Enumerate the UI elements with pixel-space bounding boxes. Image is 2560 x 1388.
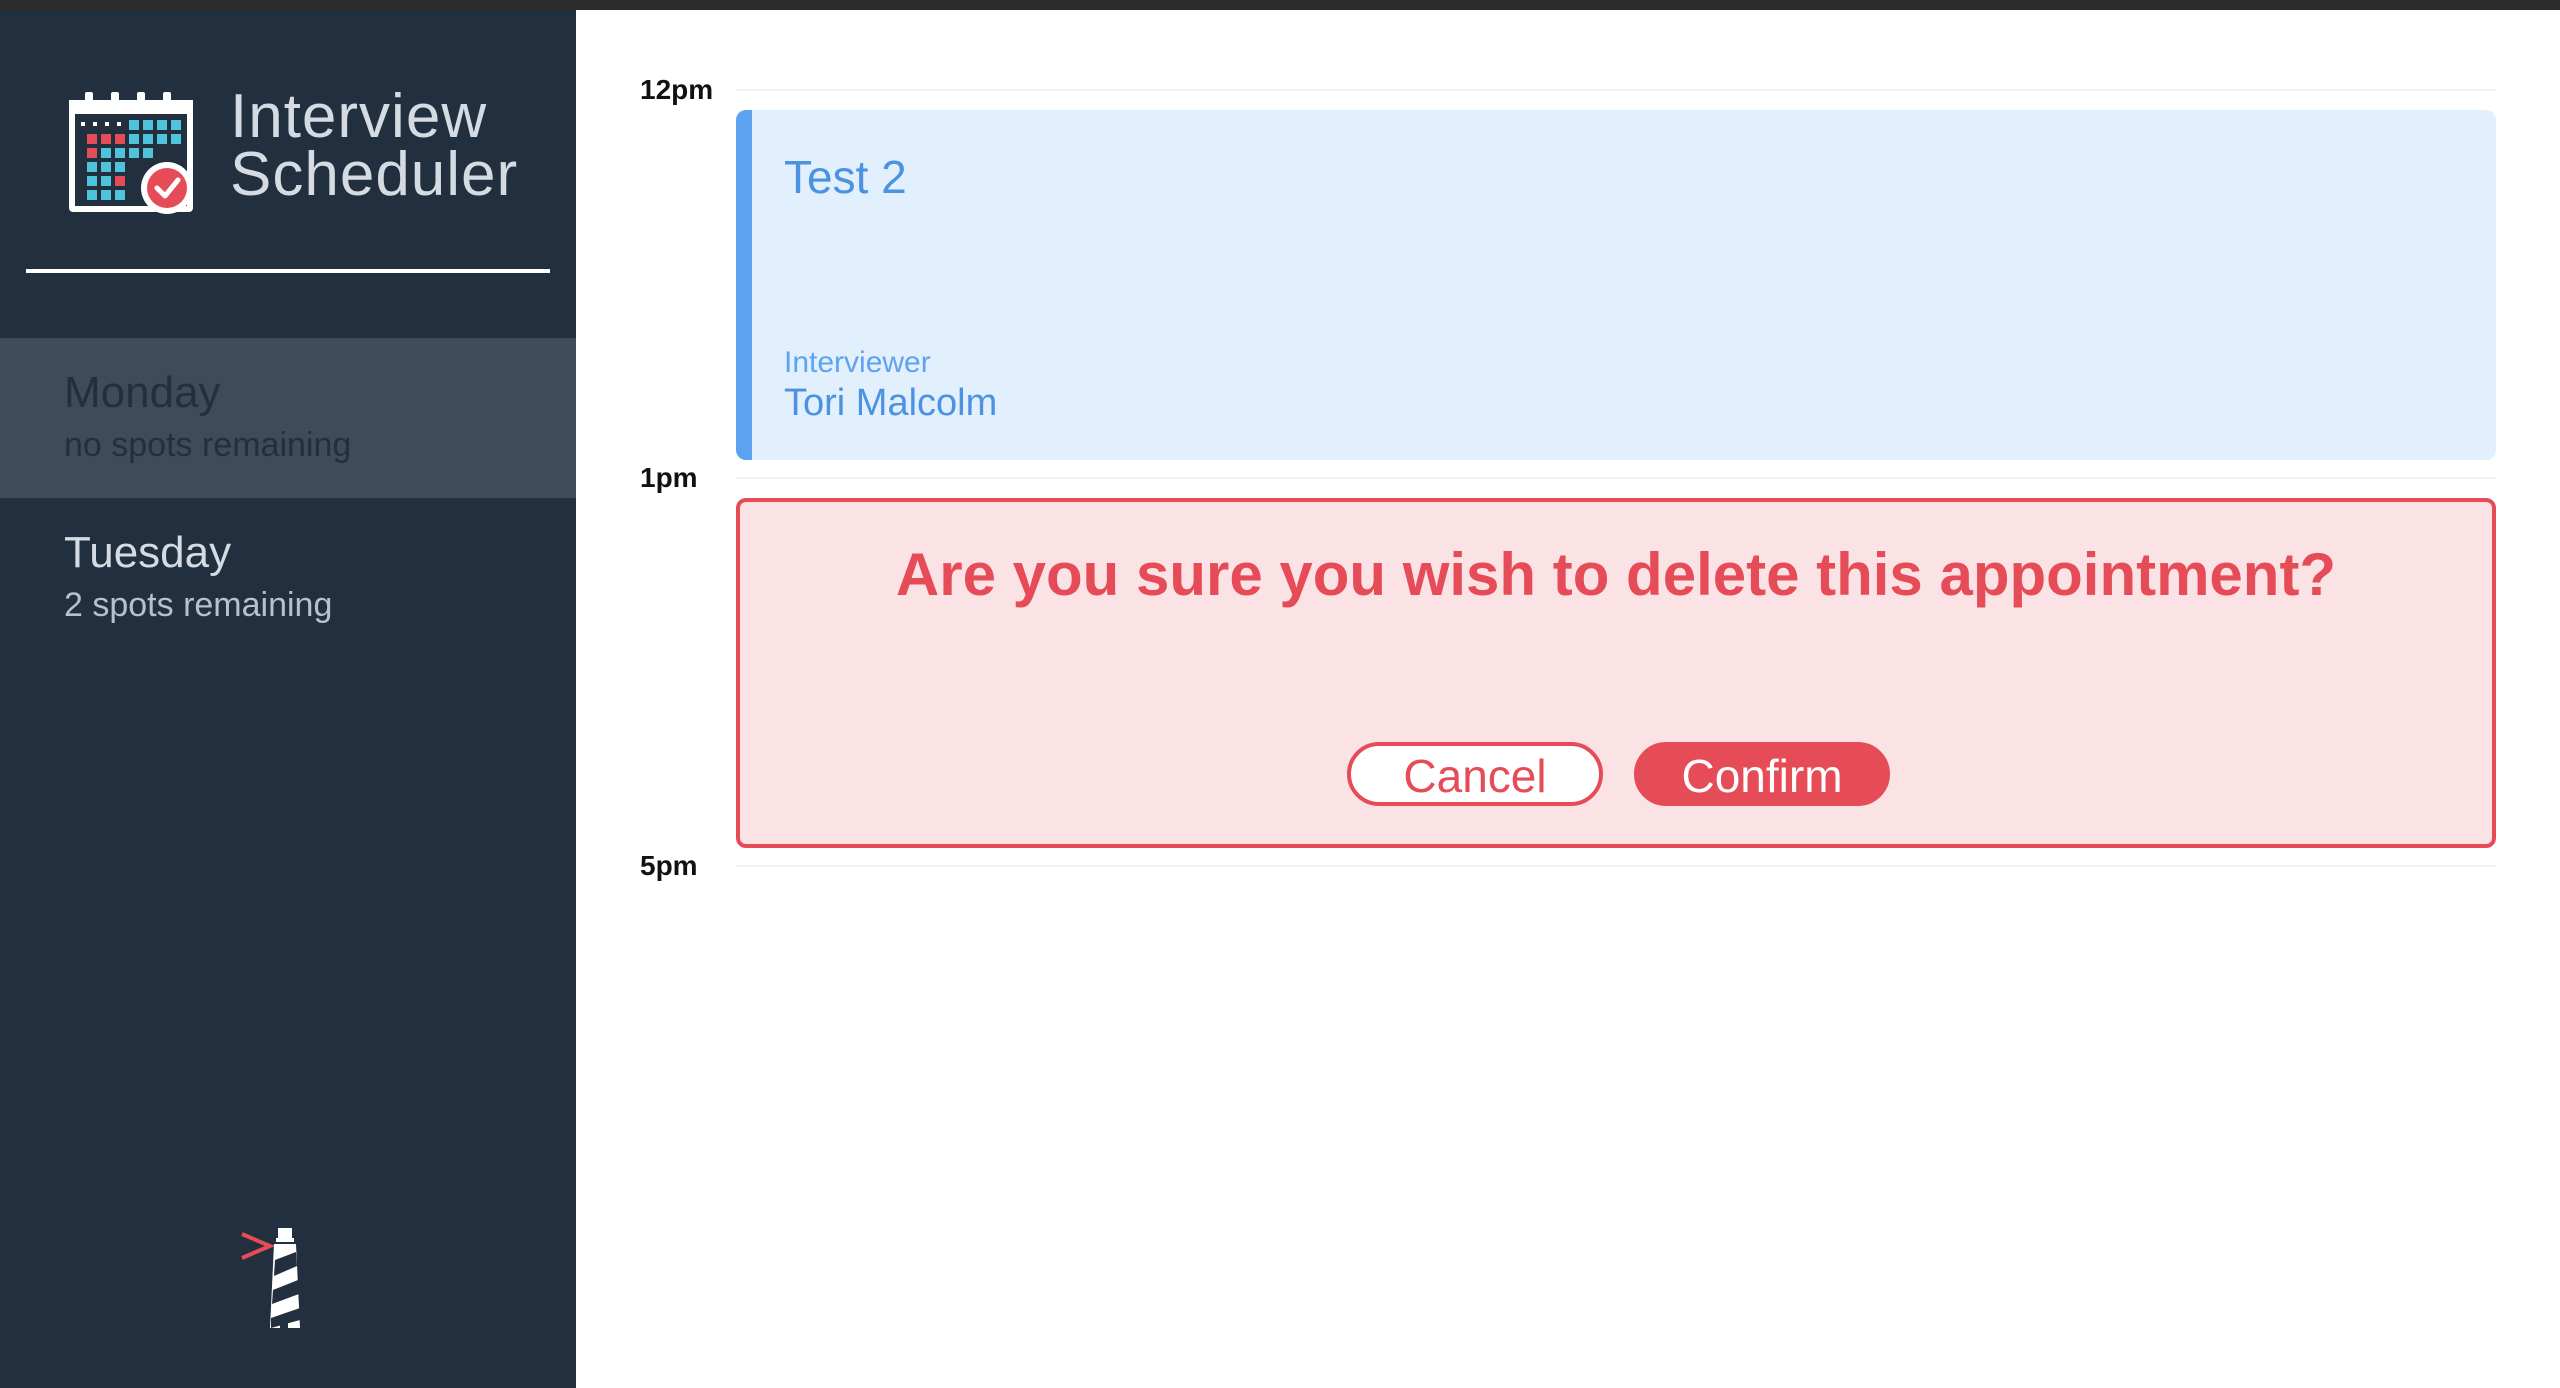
day-item-tuesday[interactable]: Tuesday 2 spots remaining (0, 498, 576, 658)
lighthouse-logo (241, 1228, 300, 1328)
window-top-bar (0, 0, 2560, 10)
hour-separator (736, 865, 2496, 867)
day-spots: no spots remaining (64, 426, 352, 464)
schedule-panel: 12pm Test 2 Interviewer Tori Malcolm 1pm… (576, 10, 2560, 1388)
sidebar: Interview Scheduler Monday no spots rema… (0, 10, 576, 1388)
interviewer-label: Interviewer (784, 346, 931, 379)
time-label: 1pm (640, 462, 698, 493)
hour-separator (736, 89, 2496, 91)
confirm-button[interactable]: Confirm (1634, 742, 1890, 806)
time-label: 12pm (640, 74, 714, 105)
day-spots: 2 spots remaining (64, 586, 333, 624)
hour-separator (736, 477, 2496, 479)
student-name: Test 2 (784, 151, 907, 203)
day-name: Tuesday (64, 528, 232, 577)
delete-confirmation: Are you sure you wish to delete this app… (736, 498, 2496, 848)
day-item-monday[interactable]: Monday no spots remaining (0, 338, 576, 498)
app-title-line-2: Scheduler (230, 140, 519, 209)
sidebar-divider (26, 269, 550, 273)
time-label: 5pm (640, 850, 698, 881)
cancel-button[interactable]: Cancel (1347, 742, 1603, 806)
day-name: Monday (64, 368, 221, 417)
app-title: Interview Scheduler (230, 82, 519, 209)
app-title-line-1: Interview (230, 82, 488, 151)
confirmation-message: Are you sure you wish to delete this app… (895, 541, 2337, 608)
appointment-card[interactable]: Test 2 Interviewer Tori Malcolm (736, 110, 2496, 460)
calendar-check-icon (69, 92, 193, 214)
interviewer-name: Tori Malcolm (784, 382, 998, 424)
brand: Interview Scheduler (65, 82, 545, 222)
